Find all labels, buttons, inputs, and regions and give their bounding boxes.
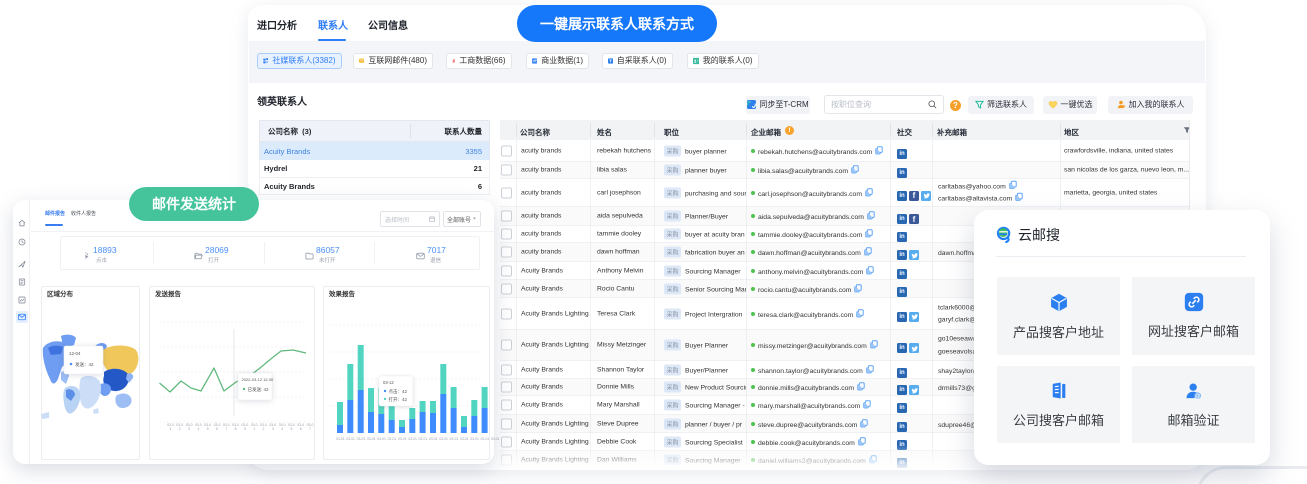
svg-text:打开：42: 打开：42: [389, 396, 408, 403]
svg-text:点击：42: 点击：42: [389, 388, 408, 395]
svg-text:12-04: 12-04: [69, 351, 81, 356]
svg-text:2022-03-12 12:30: 2022-03-12 12:30: [242, 377, 274, 382]
svg-text:03-12: 03-12: [383, 380, 394, 385]
svg-text:@: @: [1195, 393, 1200, 399]
svg-text:发送：42: 发送：42: [75, 361, 94, 368]
svg-text:已发送: 42: 已发送: 42: [248, 386, 270, 393]
